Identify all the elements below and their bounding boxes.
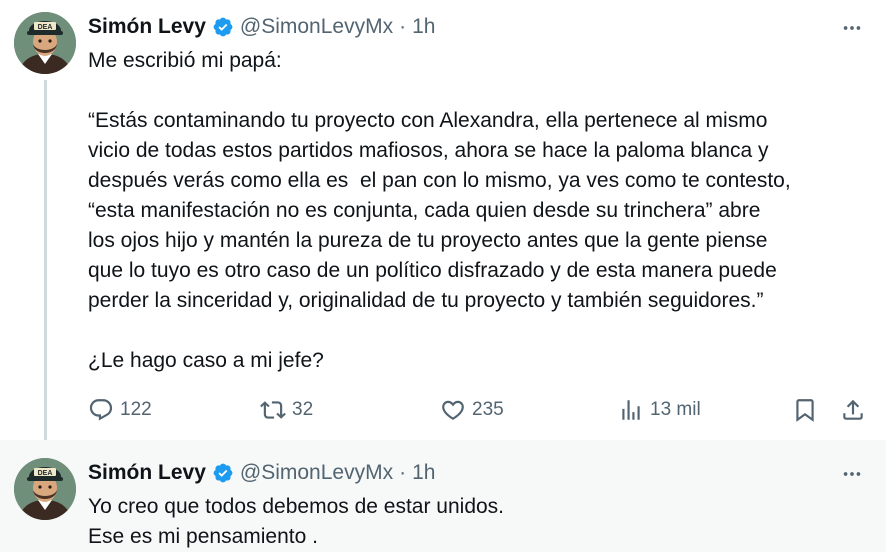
reply-button[interactable]: 122: [88, 392, 152, 428]
action-bar: 122 32 235 13 mil: [88, 392, 878, 428]
author-handle[interactable]: @SimonLevyMx: [240, 15, 393, 39]
like-button[interactable]: 235: [440, 392, 504, 428]
retweet-icon: [260, 401, 286, 419]
tweet-text: Yo creo que todos debemos de estar unido…: [88, 492, 868, 552]
tweet-header: Simón Levy @SimonLevyMx · 1h: [88, 13, 435, 41]
views-count: 13 mil: [650, 399, 701, 420]
reply-count: 122: [120, 399, 152, 420]
tweet-paragraph: “Estás contaminando tu proyecto con Alex…: [88, 109, 791, 312]
author-handle[interactable]: @SimonLevyMx: [240, 461, 393, 485]
repost-count: 32: [292, 399, 314, 420]
tweet-paragraph-spacer: [88, 316, 868, 346]
tweet-header: Simón Levy @SimonLevyMx · 1h: [88, 459, 435, 487]
repost-button[interactable]: 32: [260, 392, 313, 428]
verified-badge-icon: [212, 462, 234, 484]
bookmark-icon: [796, 399, 814, 422]
tweet-paragraph-spacer: [88, 76, 868, 106]
author-name[interactable]: Simón Levy: [88, 15, 206, 39]
tweet-paragraph: Me escribió mi papá:: [88, 49, 282, 72]
avatar-badge-text: DEA: [38, 470, 53, 477]
avatar[interactable]: DEA: [14, 12, 76, 74]
share-button[interactable]: [840, 392, 872, 428]
like-count: 235: [472, 399, 504, 420]
timestamp[interactable]: 1h: [412, 15, 435, 39]
share-icon: [843, 399, 863, 420]
more-icon[interactable]: [840, 462, 864, 486]
views-icon: [622, 400, 640, 420]
heart-icon: [442, 400, 464, 420]
more-icon[interactable]: [840, 16, 864, 40]
bookmark-button[interactable]: [792, 392, 824, 428]
separator-dot: ·: [399, 461, 407, 484]
avatar[interactable]: DEA: [14, 458, 76, 520]
avatar-badge-text: DEA: [38, 24, 53, 31]
tweet-line: Ese es mi pensamiento .: [88, 525, 318, 548]
author-name[interactable]: Simón Levy: [88, 461, 206, 485]
verified-badge-icon: [212, 16, 234, 38]
views-button[interactable]: 13 mil: [618, 392, 701, 428]
thread-line: [44, 80, 47, 460]
tweet[interactable]: DEA Simón Levy @SimonLevyMx · 1h Me escr…: [0, 0, 886, 460]
tweet-line: Yo creo que todos debemos de estar unido…: [88, 495, 505, 518]
separator-dot: ·: [399, 15, 407, 38]
reply-icon: [89, 399, 113, 421]
tweet-paragraph: ¿Le hago caso a mi jefe?: [88, 349, 324, 372]
timestamp[interactable]: 1h: [412, 461, 435, 485]
tweet-text: Me escribió mi papá: “Estás contaminando…: [88, 46, 868, 376]
